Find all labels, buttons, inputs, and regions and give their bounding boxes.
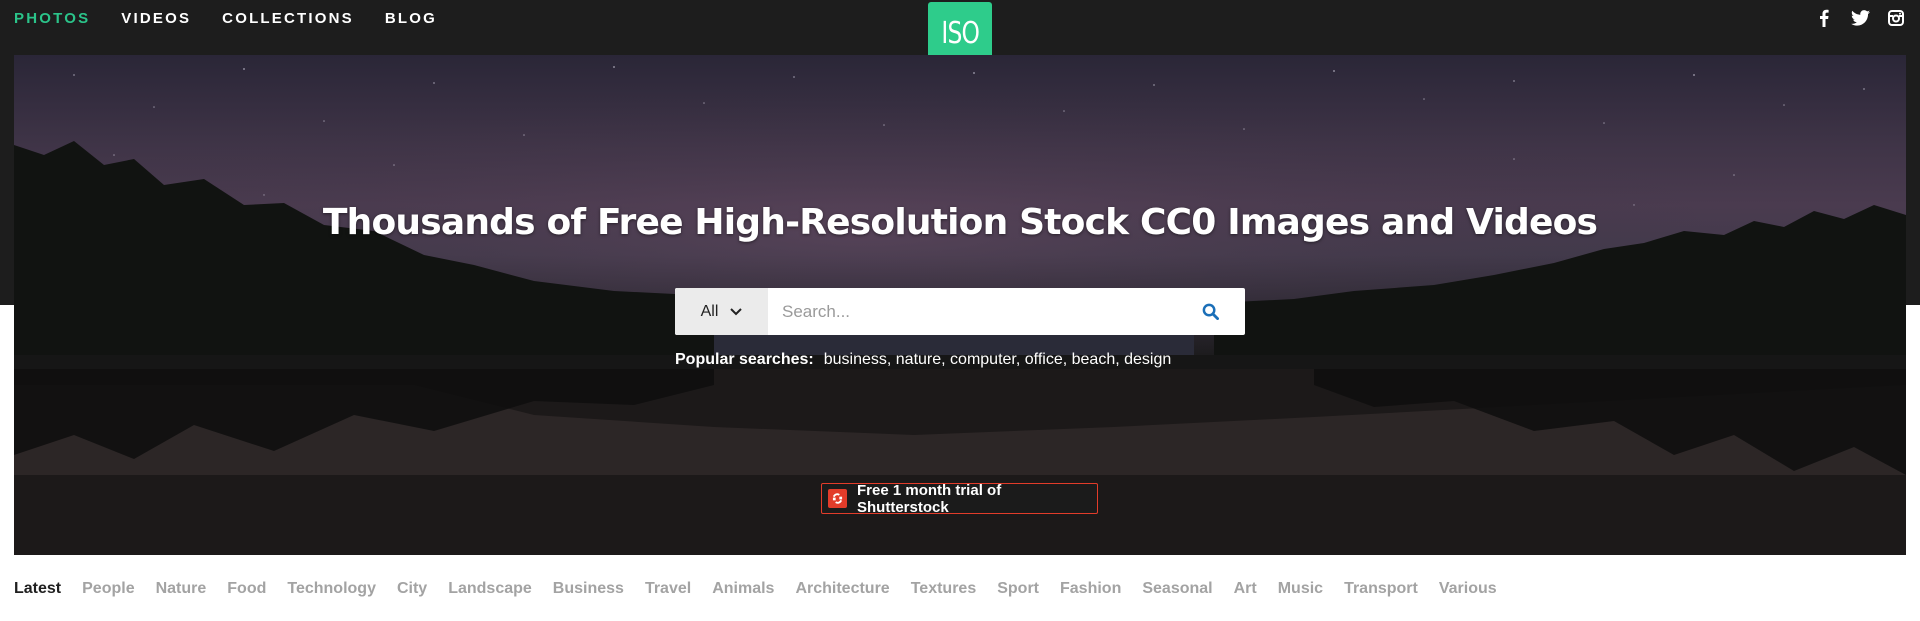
search-button[interactable]: [1175, 288, 1245, 335]
popular-link-computer[interactable]: computer,: [950, 351, 1020, 368]
search-icon: [1202, 303, 1219, 320]
search-input[interactable]: [768, 288, 1175, 335]
popular-link-design[interactable]: design: [1124, 351, 1171, 368]
search-bar: All: [675, 288, 1245, 335]
nav-item-videos[interactable]: VIDEOS: [121, 10, 191, 27]
shutterstock-icon: [828, 489, 847, 508]
category-latest[interactable]: Latest: [14, 580, 61, 598]
promo-text: Free 1 month trial of Shutterstock: [857, 481, 1002, 516]
search-filter-select[interactable]: All: [675, 288, 768, 335]
category-sport[interactable]: Sport: [997, 580, 1039, 598]
nav-item-collections[interactable]: COLLECTIONS: [222, 10, 354, 27]
category-transport[interactable]: Transport: [1344, 580, 1418, 598]
category-people[interactable]: People: [82, 580, 134, 598]
category-fashion[interactable]: Fashion: [1060, 580, 1121, 598]
search-filter-value: All: [700, 302, 719, 320]
facebook-icon[interactable]: [1814, 8, 1834, 28]
nav-item-blog[interactable]: BLOG: [385, 10, 437, 27]
category-city[interactable]: City: [397, 580, 427, 598]
popular-searches-links: business, nature, computer, office, beac…: [824, 351, 1172, 369]
shutterstock-promo-button[interactable]: Free 1 month trial of Shutterstock: [821, 481, 1098, 516]
category-business[interactable]: Business: [553, 580, 624, 598]
social-links: [1814, 8, 1906, 28]
category-music[interactable]: Music: [1278, 580, 1323, 598]
category-animals[interactable]: Animals: [712, 580, 774, 598]
category-travel[interactable]: Travel: [645, 580, 691, 598]
popular-link-beach[interactable]: beach,: [1072, 351, 1120, 368]
popular-link-business[interactable]: business,: [824, 351, 892, 368]
category-textures[interactable]: Textures: [911, 580, 977, 598]
category-food[interactable]: Food: [227, 580, 266, 598]
popular-link-office[interactable]: office,: [1025, 351, 1067, 368]
category-seasonal[interactable]: Seasonal: [1142, 580, 1212, 598]
popular-searches-label: Popular searches:: [675, 351, 814, 368]
nav-item-photos[interactable]: PHOTOS: [14, 10, 90, 27]
hero-title: Thousands of Free High-Resolution Stock …: [322, 202, 1598, 243]
hero-banner: Thousands of Free High-Resolution Stock …: [14, 55, 1906, 555]
category-tabs: Latest People Nature Food Technology Cit…: [14, 580, 1518, 598]
twitter-icon[interactable]: [1850, 8, 1870, 28]
main-nav: PHOTOS VIDEOS COLLECTIONS BLOG: [14, 10, 468, 27]
category-art[interactable]: Art: [1234, 580, 1257, 598]
category-nature[interactable]: Nature: [156, 580, 207, 598]
popular-link-nature[interactable]: nature,: [896, 351, 946, 368]
logo-text: ISO: [941, 16, 980, 51]
category-technology[interactable]: Technology: [287, 580, 376, 598]
chevron-down-icon: [730, 307, 743, 315]
instagram-icon[interactable]: [1886, 8, 1906, 28]
category-various[interactable]: Various: [1439, 580, 1497, 598]
popular-searches: Popular searches: business, nature, comp…: [675, 351, 1171, 369]
category-architecture[interactable]: Architecture: [795, 580, 889, 598]
category-landscape[interactable]: Landscape: [448, 580, 532, 598]
